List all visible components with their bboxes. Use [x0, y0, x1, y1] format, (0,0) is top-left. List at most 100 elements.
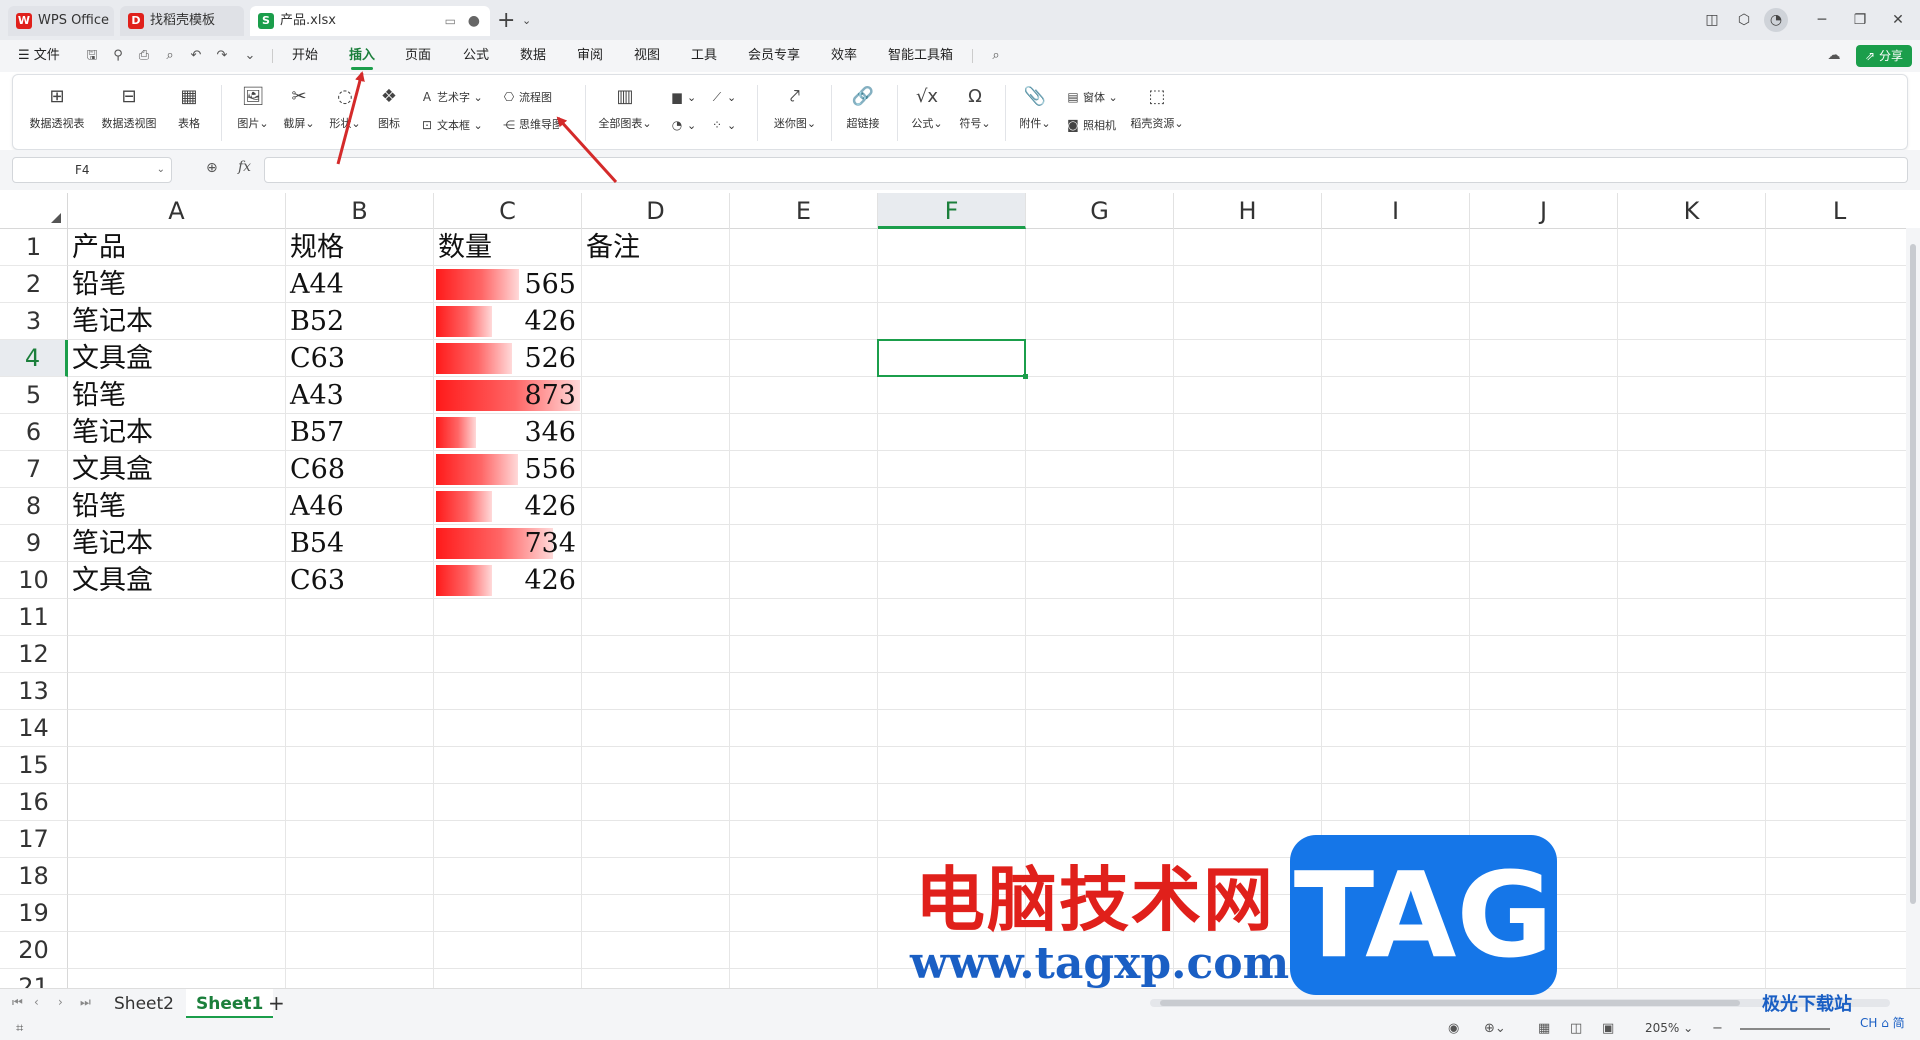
row-header-8[interactable]: 8 [0, 488, 68, 525]
chevron-down-icon[interactable]: ⌄ [157, 158, 165, 182]
prev-sheet-icon[interactable]: ‹ [34, 995, 39, 1009]
docer-resources-button[interactable]: ⬚ 稻壳资源⌄ [1125, 85, 1189, 131]
layout-icon[interactable]: ◫ [1700, 8, 1724, 32]
column-header-f[interactable]: F [878, 193, 1026, 229]
row-header-2[interactable]: 2 [0, 266, 68, 303]
row-header-11[interactable]: 11 [0, 599, 68, 636]
select-all-corner[interactable] [0, 193, 68, 229]
quantity-cell[interactable]: 734 [434, 525, 582, 562]
tab-page[interactable]: 页面 [405, 40, 431, 72]
quantity-cell[interactable]: 426 [434, 303, 582, 340]
sparkline-button[interactable]: ⤤ 迷你图⌄ [769, 85, 821, 131]
scrollbar-thumb[interactable] [1910, 244, 1916, 904]
shapes-button[interactable]: ◌ 形状⌄ [325, 85, 365, 131]
formula-button[interactable]: √x 公式⌄ [907, 85, 947, 131]
page-break-icon[interactable]: ▣ [1602, 1020, 1614, 1038]
tab-insert[interactable]: 插入 [349, 40, 375, 72]
sheet-tab-sheet2[interactable]: Sheet2 [104, 989, 184, 1019]
tab-wps-office[interactable]: W WPS Office [8, 6, 114, 36]
product-cell[interactable]: 铅笔 [68, 488, 286, 525]
minimize-icon[interactable]: ─ [1810, 8, 1834, 32]
redo-icon[interactable]: ↷ [212, 46, 232, 66]
symbol-button[interactable]: Ω 符号⌄ [955, 85, 995, 131]
column-header-j[interactable]: J [1470, 193, 1618, 229]
name-box[interactable]: F4 ⌄ [12, 157, 172, 183]
flowchart-button[interactable]: ⎔ 流程图 [501, 87, 552, 107]
row-header-7[interactable]: 7 [0, 451, 68, 488]
quantity-cell[interactable]: 526 [434, 340, 582, 377]
hyperlink-button[interactable]: 🔗 超链接 [841, 85, 885, 131]
column-header-g[interactable]: G [1026, 193, 1174, 229]
share-button[interactable]: ⇗ 分享 [1856, 45, 1912, 67]
row-header-14[interactable]: 14 [0, 710, 68, 747]
header-cell[interactable]: 规格 [286, 229, 434, 266]
vertical-scrollbar[interactable] [1906, 228, 1920, 990]
product-cell[interactable]: 笔记本 [68, 303, 286, 340]
page-layout-icon[interactable]: ◫ [1570, 1020, 1582, 1038]
icons-button[interactable]: ❖ 图标 [371, 85, 407, 131]
textbox-button[interactable]: ⊡ 文本框 ⌄ [419, 115, 483, 135]
tab-data[interactable]: 数据 [520, 40, 546, 72]
row-header-16[interactable]: 16 [0, 784, 68, 821]
table-button[interactable]: ▦ 表格 [171, 85, 207, 131]
product-cell[interactable]: 笔记本 [68, 414, 286, 451]
save-icon[interactable]: 🖫 [82, 46, 102, 66]
zoom-level[interactable]: 205% ⌄ [1645, 1021, 1693, 1035]
row-header-13[interactable]: 13 [0, 673, 68, 710]
quantity-cell[interactable]: 346 [434, 414, 582, 451]
product-cell[interactable]: 铅笔 [68, 266, 286, 303]
row-header-4[interactable]: 4 [0, 340, 68, 377]
wordart-button[interactable]: A 艺术字 ⌄ [419, 87, 483, 107]
print-icon[interactable]: ⎙ [134, 46, 154, 66]
row-header-20[interactable]: 20 [0, 932, 68, 969]
active-cell-f4[interactable] [877, 339, 1028, 379]
close-icon[interactable]: ✕ [1886, 8, 1910, 32]
column-header-c[interactable]: C [434, 193, 582, 229]
attachment-button[interactable]: 📎 附件⌄ [1015, 85, 1055, 131]
spec-cell[interactable]: B54 [286, 525, 434, 562]
eye-icon[interactable]: ◉ [1448, 1020, 1459, 1038]
column-header-b[interactable]: B [286, 193, 434, 229]
column-chart-button[interactable]: ▆ ⌄ [669, 87, 696, 107]
normal-view-icon[interactable]: ▦ [1538, 1020, 1550, 1038]
cloud-icon[interactable]: ☁ [1824, 46, 1844, 66]
header-cell[interactable]: 产品 [68, 229, 286, 266]
search-icon[interactable]: ⌕ [986, 46, 1006, 66]
column-header-h[interactable]: H [1174, 193, 1322, 229]
column-header-d[interactable]: D [582, 193, 730, 229]
undo-icon[interactable]: ↶ [186, 46, 206, 66]
row-header-21[interactable]: 21 [0, 969, 68, 988]
row-header-10[interactable]: 10 [0, 562, 68, 599]
screenshot-button[interactable]: ✂ 截屏⌄ [279, 85, 319, 131]
quantity-cell[interactable]: 873 [434, 377, 582, 414]
product-cell[interactable]: 文具盒 [68, 562, 286, 599]
zoom-lens-icon[interactable]: ⊕ [206, 160, 218, 176]
add-sheet-button[interactable]: + [268, 991, 285, 1015]
quantity-cell[interactable]: 426 [434, 488, 582, 525]
spec-cell[interactable]: C63 [286, 562, 434, 599]
column-header-a[interactable]: A [68, 193, 286, 229]
first-sheet-icon[interactable]: ⏮ [12, 995, 23, 1010]
spec-cell[interactable]: B57 [286, 414, 434, 451]
restore-icon[interactable]: ❐ [1848, 8, 1872, 32]
tab-formula[interactable]: 公式 [463, 40, 489, 72]
next-sheet-icon[interactable]: › [58, 995, 63, 1009]
quantity-cell[interactable]: 426 [434, 562, 582, 599]
avatar[interactable]: ◔ [1764, 8, 1788, 32]
scatter-chart-button[interactable]: ⁘ ⌄ [709, 115, 736, 135]
row-header-12[interactable]: 12 [0, 636, 68, 673]
line-chart-button[interactable]: ⟋ ⌄ [709, 87, 736, 107]
row-header-19[interactable]: 19 [0, 895, 68, 932]
tab-smart-toolbox[interactable]: 智能工具箱 [888, 40, 953, 72]
tab-tools[interactable]: 工具 [691, 40, 717, 72]
product-cell[interactable]: 铅笔 [68, 377, 286, 414]
last-sheet-icon[interactable]: ⏭ [80, 995, 91, 1010]
row-header-3[interactable]: 3 [0, 303, 68, 340]
fx-icon[interactable]: fx [238, 159, 251, 175]
mindmap-button[interactable]: ⋲ 思维导图 [501, 115, 559, 135]
all-charts-button[interactable]: ▥ 全部图表⌄ [597, 85, 653, 131]
tab-view[interactable]: 视图 [634, 40, 660, 72]
tab-efficiency[interactable]: 效率 [831, 40, 857, 72]
zoom-slider[interactable] [1740, 1028, 1830, 1030]
quantity-cell[interactable]: 556 [434, 451, 582, 488]
